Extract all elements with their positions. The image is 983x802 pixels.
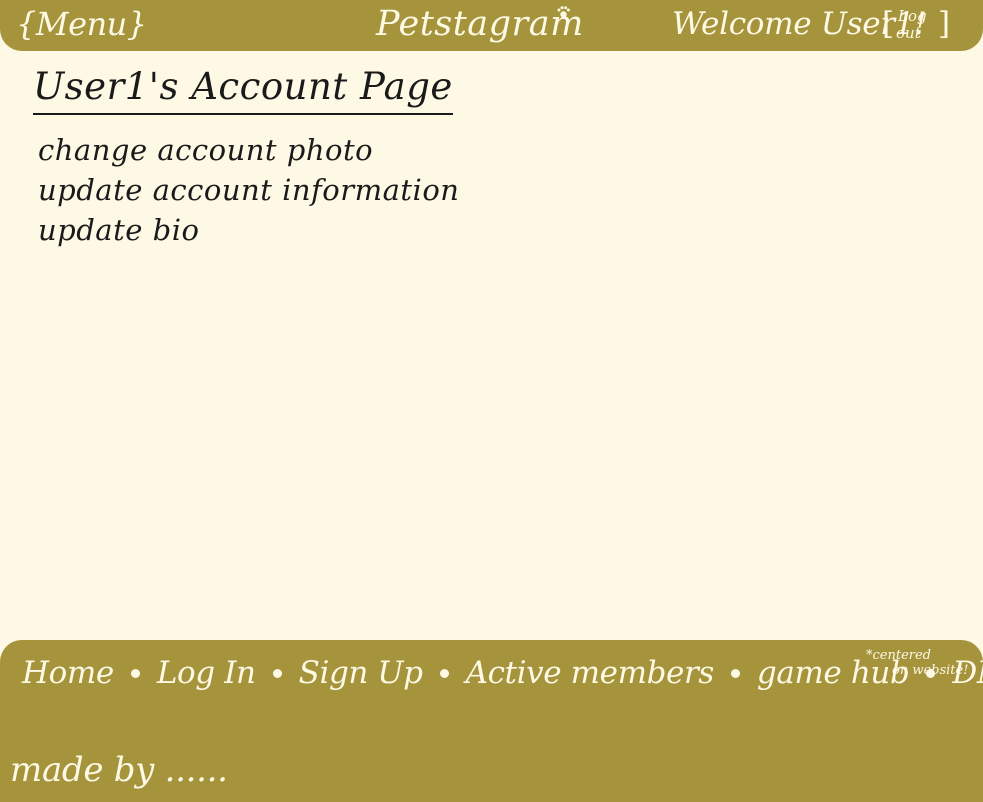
brand-logo[interactable]: Petstagram: [376, 2, 584, 46]
made-by-credit: made by ......: [10, 750, 228, 790]
logout-button[interactable]: [ Log out ]: [882, 4, 950, 46]
menu-button[interactable]: {Menu}: [16, 4, 147, 44]
centered-note-line1: *centered: [866, 648, 931, 663]
page: {Menu} Petstagram Welcome User1! [ Log o…: [0, 0, 983, 802]
logout-label-line1: Log: [898, 7, 927, 25]
footer-link-home[interactable]: Home: [22, 650, 114, 696]
nav-separator-dot: [130, 668, 140, 678]
nav-separator-dot: [439, 668, 449, 678]
logout-bracket-close: ]: [938, 6, 951, 42]
nav-separator-dot: [730, 668, 740, 678]
paw-icon: [557, 6, 570, 18]
change-account-photo-link[interactable]: change account photo: [38, 130, 459, 170]
logout-label-line2: out: [896, 24, 921, 42]
account-options-list: change account photo update account info…: [38, 130, 459, 250]
footer-link-sign-up[interactable]: Sign Up: [299, 650, 423, 696]
footer-nav: Home Log In Sign Up Active members game …: [22, 650, 983, 696]
header-bar: {Menu} Petstagram Welcome User1! [ Log o…: [0, 0, 983, 51]
logout-bracket-open: [: [882, 6, 895, 42]
footer-link-active-members[interactable]: Active members: [466, 650, 715, 696]
nav-separator-dot: [272, 668, 282, 678]
centered-note: *centered on website!: [866, 648, 983, 678]
footer-bar: Home Log In Sign Up Active members game …: [0, 640, 983, 802]
page-title: User1's Account Page: [33, 62, 453, 115]
footer-link-log-in[interactable]: Log In: [157, 650, 256, 696]
update-bio-link[interactable]: update bio: [38, 210, 459, 250]
update-account-information-link[interactable]: update account information: [38, 170, 459, 210]
centered-note-line2: on website!: [892, 663, 969, 678]
